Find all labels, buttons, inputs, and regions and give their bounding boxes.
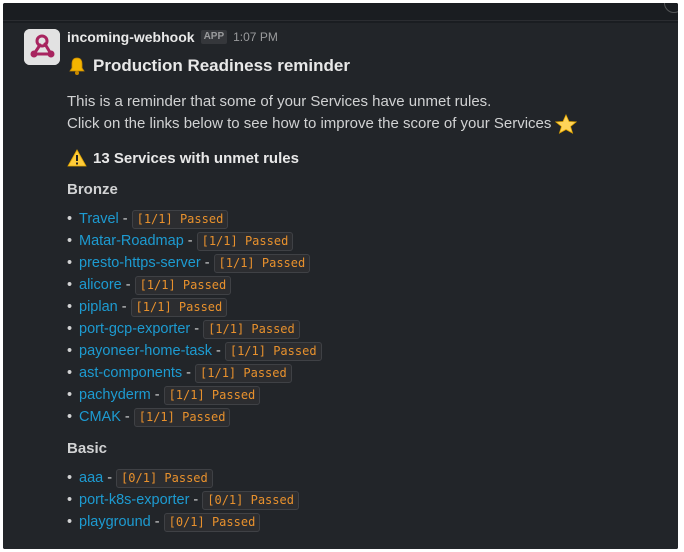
message-header: incoming-webhook APP 1:07 PM bbox=[67, 27, 666, 47]
service-list-item: • port-k8s-exporter - [0/1] Passed bbox=[67, 489, 666, 511]
intro-line-1: This is a reminder that some of your Ser… bbox=[67, 93, 492, 110]
service-link[interactable]: Travel bbox=[79, 211, 119, 227]
status-code: [1/1] Passed bbox=[195, 363, 292, 383]
bullet-icon: • bbox=[67, 343, 73, 359]
service-link[interactable]: port-gcp-exporter bbox=[79, 321, 190, 337]
webhook-icon bbox=[24, 29, 60, 65]
message-row: incoming-webhook APP 1:07 PM Production … bbox=[3, 23, 678, 549]
intro-line-2-text: Click on the links below to see how to i… bbox=[67, 115, 552, 132]
top-bar bbox=[3, 3, 678, 21]
bullet-icon: • bbox=[67, 387, 73, 403]
bullet-icon: • bbox=[67, 255, 73, 271]
intro-text: This is a reminder that some of your Ser… bbox=[67, 91, 666, 135]
star-icon bbox=[555, 114, 578, 134]
warning-text: 13 Services with unmet rules bbox=[93, 149, 299, 167]
bullet-icon: • bbox=[67, 409, 73, 425]
service-list: • aaa - [0/1] Passed • port-k8s-exporter - [0/1… bbox=[67, 467, 666, 533]
separator: - bbox=[194, 321, 200, 337]
service-list-item: • piplan - [1/1] Passed bbox=[67, 296, 666, 318]
intro-line-2: Click on the links below to see how to i… bbox=[67, 113, 666, 135]
separator: - bbox=[186, 365, 192, 381]
service-list-item: • CMAK - [1/1] Passed bbox=[67, 406, 666, 428]
warning-icon bbox=[67, 149, 87, 167]
separator: - bbox=[121, 299, 127, 315]
service-link[interactable]: playground bbox=[79, 514, 151, 530]
status-code: [1/1] Passed bbox=[134, 275, 232, 295]
bullet-icon: • bbox=[67, 492, 73, 508]
status-code: [1/1] Passed bbox=[203, 319, 300, 339]
separator: - bbox=[154, 514, 160, 530]
service-link[interactable]: alicore bbox=[79, 277, 122, 293]
status-code: [0/1] Passed bbox=[202, 490, 299, 510]
service-list-item: • Matar-Roadmap - [1/1] Passed bbox=[67, 230, 666, 252]
service-link[interactable]: payoneer-home-task bbox=[79, 343, 212, 359]
status-code: [1/1] Passed bbox=[163, 385, 261, 405]
status-code: [1/1] Passed bbox=[213, 253, 311, 273]
service-list: • Travel - [1/1] Passed • Matar-Roadmap - [1/1]… bbox=[67, 208, 666, 428]
service-list-item: • payoneer-home-task - [1/1] Passed bbox=[67, 340, 666, 362]
service-list-item: • presto-https-server - [1/1] Passed bbox=[67, 252, 666, 274]
bullet-icon: • bbox=[67, 470, 73, 486]
service-link[interactable]: piplan bbox=[79, 299, 118, 315]
timestamp[interactable]: 1:07 PM bbox=[233, 30, 278, 44]
bullet-icon: • bbox=[67, 277, 73, 293]
separator: - bbox=[125, 277, 131, 293]
bell-icon bbox=[69, 57, 85, 75]
separator: - bbox=[216, 343, 221, 359]
service-link[interactable]: CMAK bbox=[79, 409, 121, 425]
service-list-item: • alicore - [1/1] Passed bbox=[67, 274, 666, 296]
status-code: [1/1] Passed bbox=[130, 297, 228, 317]
app-badge: APP bbox=[200, 30, 228, 44]
service-link[interactable]: ast-components bbox=[79, 365, 182, 381]
sender-name[interactable]: incoming-webhook bbox=[67, 29, 195, 45]
service-list-item: • Travel - [1/1] Passed bbox=[67, 208, 666, 230]
warning-line: 13 Services with unmet rules bbox=[67, 147, 666, 169]
bullet-icon: • bbox=[67, 299, 73, 315]
slack-window: incoming-webhook APP 1:07 PM Production … bbox=[3, 3, 678, 549]
bullet-icon: • bbox=[67, 211, 73, 227]
bullet-icon: • bbox=[67, 365, 73, 381]
service-list-item: • aaa - [0/1] Passed bbox=[67, 467, 666, 489]
separator: - bbox=[124, 409, 130, 425]
service-list-item: • ast-components - [1/1] Passed bbox=[67, 362, 666, 384]
status-code: [0/1] Passed bbox=[116, 468, 213, 488]
service-link[interactable]: port-k8s-exporter bbox=[79, 492, 189, 508]
service-link[interactable]: pachyderm bbox=[79, 387, 151, 403]
service-list-item: • port-gcp-exporter - [1/1] Passed bbox=[67, 318, 666, 340]
service-list-item: • playground - [0/1] Passed bbox=[67, 511, 666, 533]
separator: - bbox=[122, 211, 128, 227]
corner-control[interactable] bbox=[664, 3, 678, 13]
service-link[interactable]: presto-https-server bbox=[79, 255, 201, 271]
message-title: Production Readiness reminder bbox=[67, 55, 666, 77]
status-code: [1/1] Passed bbox=[196, 231, 294, 251]
service-link[interactable]: Matar-Roadmap bbox=[79, 233, 184, 249]
webhook-avatar[interactable] bbox=[24, 29, 60, 65]
service-link[interactable]: aaa bbox=[79, 470, 103, 486]
status-code: [0/1] Passed bbox=[163, 512, 261, 532]
status-code: [1/1] Passed bbox=[224, 341, 322, 361]
bullet-icon: • bbox=[67, 321, 73, 337]
section-heading: Basic bbox=[67, 440, 108, 457]
separator: - bbox=[154, 387, 160, 403]
message-content: incoming-webhook APP 1:07 PM Production … bbox=[67, 27, 666, 533]
separator: - bbox=[193, 492, 199, 508]
title-text: Production Readiness reminder bbox=[93, 56, 350, 75]
bullet-icon: • bbox=[67, 233, 73, 249]
service-sections: Bronze • Travel - [1/1] Passed • Matar-Roadmap… bbox=[67, 179, 666, 533]
bullet-icon: • bbox=[67, 514, 73, 530]
section-heading: Bronze bbox=[67, 181, 118, 198]
service-list-item: • pachyderm - [1/1] Passed bbox=[67, 384, 666, 406]
status-code: [1/1] Passed bbox=[133, 407, 231, 427]
status-code: [1/1] Passed bbox=[131, 209, 229, 229]
separator: - bbox=[204, 255, 210, 271]
separator: - bbox=[107, 470, 113, 486]
separator: - bbox=[187, 233, 193, 249]
